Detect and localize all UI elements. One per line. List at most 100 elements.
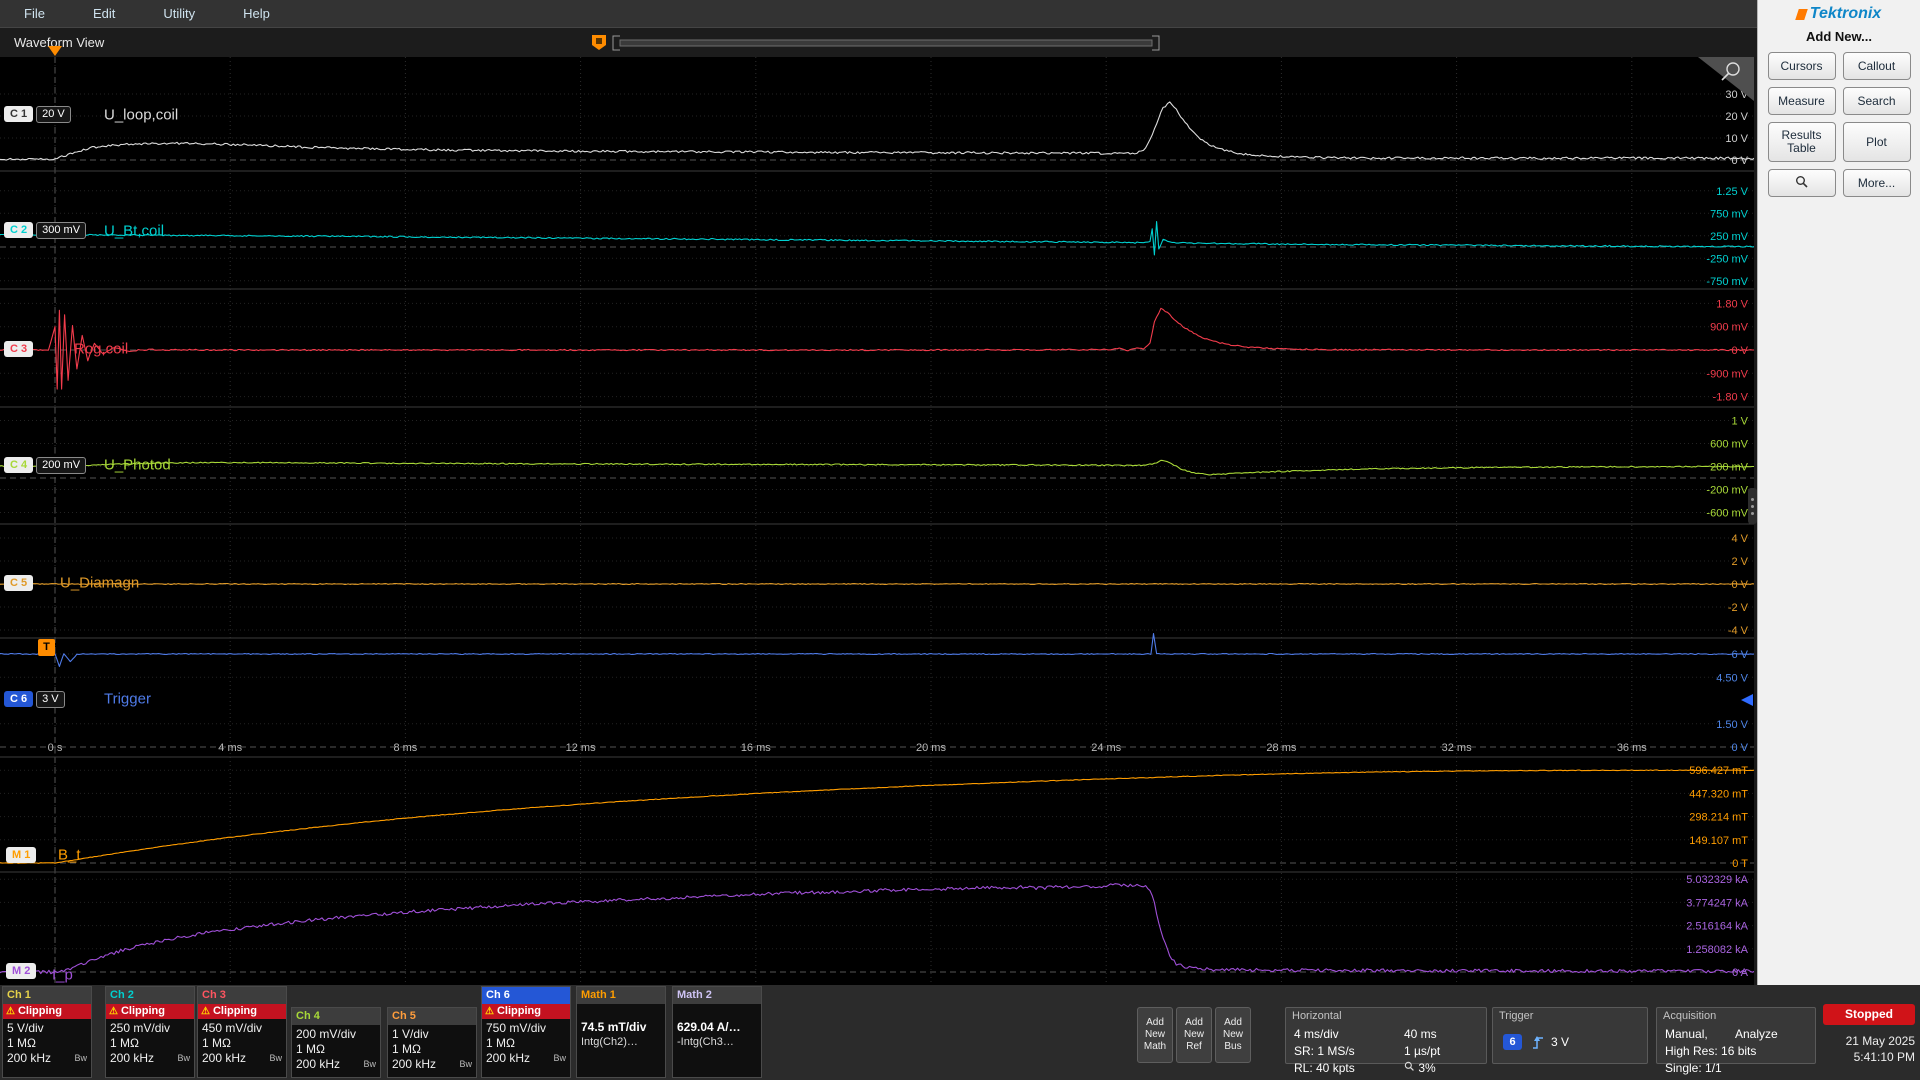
channel-box-row: 200 kHzBw <box>202 1051 282 1066</box>
channel-badge-c5[interactable]: C 5 <box>4 575 33 591</box>
channel-box-math2[interactable]: Math 2629.04 A/…-Intg(Ch3… <box>672 986 762 1078</box>
acquisition-analyze: Analyze <box>1735 1027 1778 1041</box>
tektronix-logo-mark-icon <box>1795 9 1808 20</box>
channel-handle-m2[interactable]: M 2 <box>6 962 36 980</box>
more-button[interactable]: More... <box>1843 169 1911 197</box>
channel-badge-c2[interactable]: C 2 <box>4 222 33 238</box>
channel-box-ch2[interactable]: Ch 2⚠Clipping250 mV/div1 MΩ200 kHzBw <box>105 986 195 1078</box>
channel-handle-c1[interactable]: C 120 V <box>4 105 71 123</box>
channel-badge-m2[interactable]: M 2 <box>6 963 36 979</box>
menu-help[interactable]: Help <box>219 0 294 27</box>
channel-box-tab-math2[interactable]: Math 2 <box>673 987 761 1004</box>
channel-name-c1: U_loop,coil <box>104 107 178 124</box>
bandwidth-icon: Bw <box>363 1057 376 1072</box>
tick-label-c4: -600 mV <box>1706 508 1748 520</box>
time-tick-label: 20 ms <box>916 742 946 754</box>
tick-label-c2: 250 mV <box>1710 231 1749 243</box>
tick-label-c5: -2 V <box>1728 602 1749 614</box>
tick-label-c6: 4.50 V <box>1716 672 1748 684</box>
magnifier-icon-zoom-button[interactable] <box>1768 169 1836 197</box>
tick-label-c4: 1 V <box>1731 416 1748 428</box>
menu-items: FileEditUtilityHelp <box>0 0 294 27</box>
channel-scale-badge-c2[interactable]: 300 mV <box>36 222 86 239</box>
channel-box-math1[interactable]: Math 174.5 mT/divIntg(Ch2)… <box>576 986 666 1078</box>
add-new-bus-button[interactable]: AddNewBus <box>1215 1007 1251 1063</box>
channel-badge-c1[interactable]: C 1 <box>4 106 33 122</box>
channel-name-c5: U_Diamagn <box>60 575 139 592</box>
side-panel: Tektronix Add New... CursorsCalloutMeasu… <box>1757 0 1920 985</box>
channel-scale-badge-c4[interactable]: 200 mV <box>36 457 86 474</box>
channel-box-row: 5 V/div <box>7 1021 87 1036</box>
tick-label-c3: 1.80 V <box>1716 298 1748 310</box>
time-label: 5:41:10 PM <box>1815 1049 1915 1065</box>
acquisition-panel[interactable]: Acquisition Manual, Analyze High Res: 16… <box>1656 1007 1816 1064</box>
measure-button[interactable]: Measure <box>1768 87 1836 115</box>
waveform-canvas[interactable]: 30 V20 V10 V0 V1.25 V750 mV250 mV-250 mV… <box>0 57 1754 985</box>
channel-box-ch6[interactable]: Ch 6⚠Clipping750 mV/div1 MΩ200 kHzBw <box>481 986 571 1078</box>
waveform-plot[interactable]: 30 V20 V10 V0 V1.25 V750 mV250 mV-250 mV… <box>0 57 1754 985</box>
channel-handle-m1[interactable]: M 1 <box>6 846 36 864</box>
tick-label-c2: 1.25 V <box>1716 186 1748 198</box>
channel-handle-c2[interactable]: C 2300 mV <box>4 221 86 239</box>
tick-label-c3: 0 V <box>1731 345 1748 357</box>
channel-handle-c5[interactable]: C 5 <box>4 574 33 592</box>
channel-badge-m1[interactable]: M 1 <box>6 847 36 863</box>
run-state-badge[interactable]: Stopped <box>1823 1004 1915 1025</box>
channel-handle-c3[interactable]: C 3 <box>4 340 33 358</box>
channel-box-tab-ch2[interactable]: Ch 2 <box>106 987 194 1004</box>
time-tick-label: 0 s <box>48 742 63 754</box>
tick-label-m2: 1.258082 kA <box>1686 944 1748 956</box>
cursors-button[interactable]: Cursors <box>1768 52 1836 80</box>
add-new-button[interactable]: Add New... <box>1758 23 1920 52</box>
tick-label-m2: 0 A <box>1732 967 1749 979</box>
tick-label-m2: 5.032329 kA <box>1686 874 1748 886</box>
channel-box-tab-ch4[interactable]: Ch 4 <box>292 1008 380 1025</box>
channel-box-row: 1 MΩ <box>486 1036 566 1051</box>
menu-utility[interactable]: Utility <box>139 0 219 27</box>
channel-box-row: 200 kHzBw <box>486 1051 566 1066</box>
record-view-track[interactable] <box>620 40 1152 46</box>
channel-badge-c3[interactable]: C 3 <box>4 341 33 357</box>
callout-button[interactable]: Callout <box>1843 52 1911 80</box>
add-new-math-button[interactable]: AddNewMath <box>1137 1007 1173 1063</box>
channel-box-tab-ch6[interactable]: Ch 6 <box>482 987 570 1004</box>
menu-file[interactable]: File <box>0 0 69 27</box>
trigger-source-badge[interactable]: T <box>38 639 55 656</box>
record-view-right-bracket <box>1152 36 1159 50</box>
channel-box-row: 1 MΩ <box>110 1036 190 1051</box>
menu-edit[interactable]: Edit <box>69 0 139 27</box>
channel-scale-badge-c6[interactable]: 3 V <box>36 691 65 708</box>
math-scale: 629.04 A/… <box>677 1020 757 1036</box>
channel-box-ch1[interactable]: Ch 1⚠Clipping5 V/div1 MΩ200 kHzBw <box>2 986 92 1078</box>
horizontal-panel[interactable]: Horizontal 4 ms/div40 msSR: 1 MS/s1 µs/p… <box>1285 1007 1487 1064</box>
time-tick-label: 28 ms <box>1266 742 1296 754</box>
trigger-position-marker[interactable] <box>48 46 62 56</box>
time-tick-label: 8 ms <box>393 742 417 754</box>
clipping-warning-ch3: ⚠Clipping <box>198 1004 286 1019</box>
channel-handle-c6[interactable]: C 63 V <box>4 690 65 708</box>
channel-scale-badge-c1[interactable]: 20 V <box>36 106 71 123</box>
bandwidth-icon: Bw <box>269 1051 282 1066</box>
channel-box-ch3[interactable]: Ch 3⚠Clipping450 mV/div1 MΩ200 kHzBw <box>197 986 287 1078</box>
channel-box-row: 750 mV/div <box>486 1021 566 1036</box>
panel-grip[interactable] <box>1748 488 1757 524</box>
zoom-overview-bar[interactable] <box>590 33 1175 53</box>
channel-box-ch4[interactable]: Ch 4200 mV/div1 MΩ200 kHzBw <box>291 1007 381 1078</box>
tektronix-logo: Tektronix <box>1758 0 1920 23</box>
channel-badge-c6[interactable]: C 6 <box>4 691 33 707</box>
channel-box-row: 250 mV/div <box>110 1021 190 1036</box>
channel-handle-c4[interactable]: C 4200 mV <box>4 456 86 474</box>
channel-box-tab-ch1[interactable]: Ch 1 <box>3 987 91 1004</box>
add-new-ref-button[interactable]: AddNewRef <box>1176 1007 1212 1063</box>
channel-box-ch5[interactable]: Ch 51 V/div1 MΩ200 kHzBw <box>387 1007 477 1078</box>
acquisition-single: Single: 1/1 <box>1665 1061 1722 1075</box>
channel-badge-c4[interactable]: C 4 <box>4 457 33 473</box>
trigger-panel[interactable]: Trigger 6 3 V <box>1492 1007 1648 1064</box>
channel-box-tab-ch5[interactable]: Ch 5 <box>388 1008 476 1025</box>
plot-button[interactable]: Plot <box>1843 122 1911 162</box>
channel-box-tab-ch3[interactable]: Ch 3 <box>198 987 286 1004</box>
tick-label-c4: -200 mV <box>1706 485 1748 497</box>
search-button[interactable]: Search <box>1843 87 1911 115</box>
channel-box-tab-math1[interactable]: Math 1 <box>577 987 665 1004</box>
results-table-button[interactable]: Results Table <box>1768 122 1836 162</box>
